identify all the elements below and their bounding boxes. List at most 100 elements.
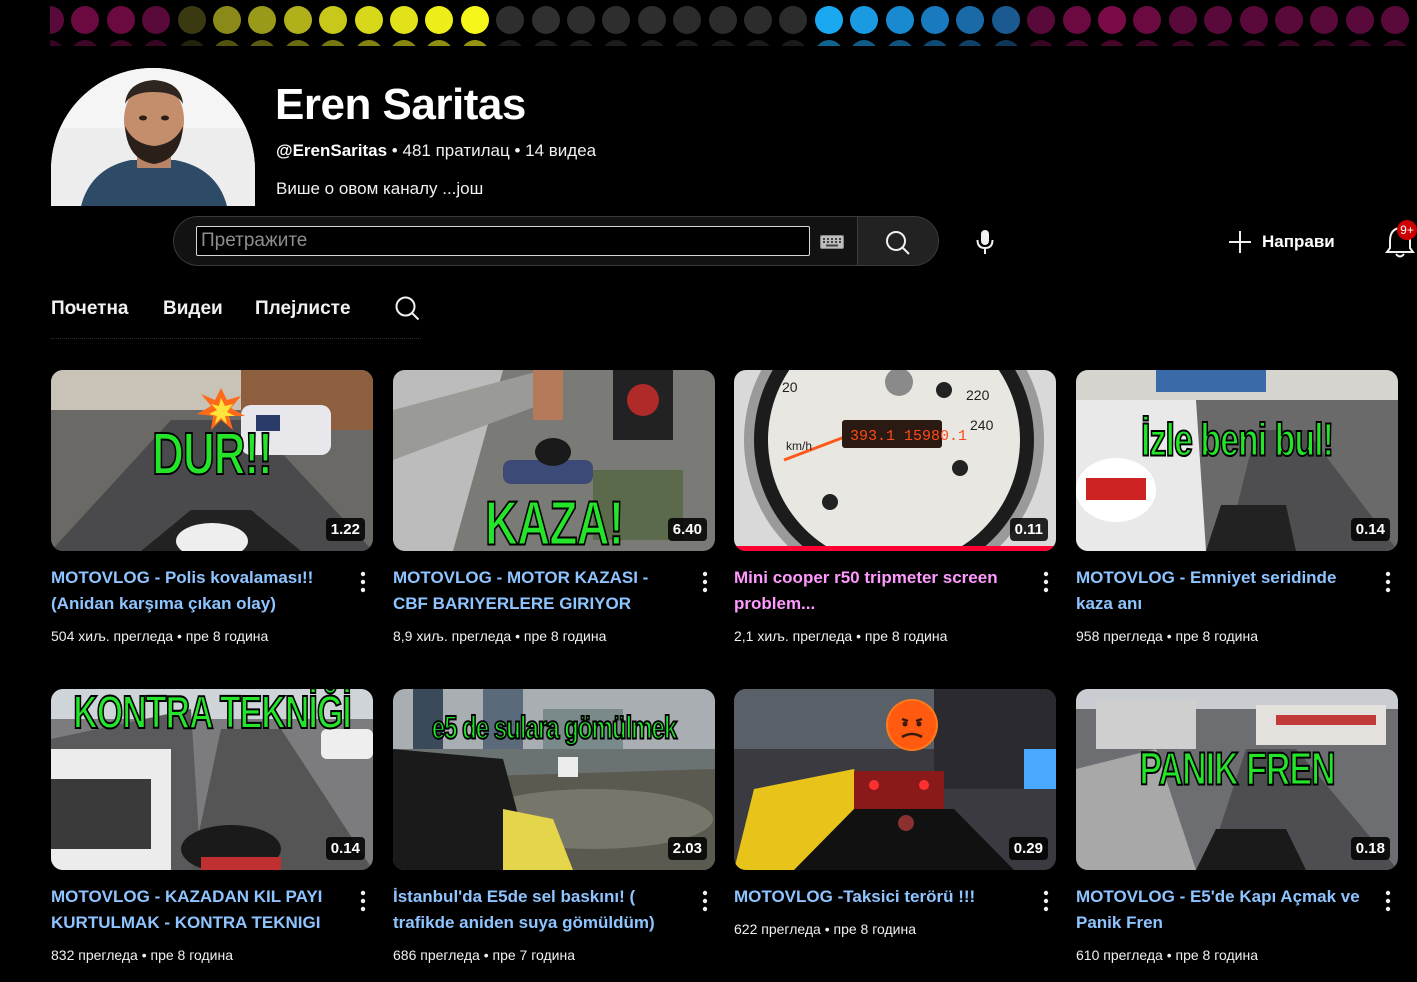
video-title[interactable]: MOTOVLOG -Taksici terörü !!!	[734, 884, 1024, 910]
more-actions-button[interactable]	[1378, 889, 1398, 915]
video-card[interactable]: 393.1 15980.1 km/h 20 220 240 0.11 Mini …	[734, 370, 1056, 644]
video-thumbnail[interactable]: 0.29	[734, 689, 1056, 870]
search-input[interactable]	[196, 226, 810, 256]
banner-dot	[637, 40, 666, 46]
video-thumbnail[interactable]: e5 de sulara gömülmek 2.03	[393, 689, 715, 870]
banner-dot	[1204, 6, 1233, 34]
tab-playlists[interactable]: Плејлисте	[255, 298, 351, 320]
keyboard-icon[interactable]	[820, 235, 844, 254]
video-thumbnail[interactable]: 393.1 15980.1 km/h 20 220 240 0.11	[734, 370, 1056, 551]
banner-dot	[142, 6, 171, 34]
more-actions-button[interactable]	[1378, 570, 1398, 596]
more-actions-button[interactable]	[1036, 570, 1056, 596]
banner-dot	[779, 40, 808, 46]
video-duration: 0.11	[1009, 518, 1048, 541]
banner-dot	[1310, 40, 1339, 46]
svg-text:km/h: km/h	[786, 439, 812, 453]
svg-text:240: 240	[970, 417, 994, 433]
tab-home[interactable]: Почетна	[51, 298, 128, 320]
more-actions-button[interactable]	[695, 570, 715, 596]
meta-separator: •	[820, 921, 834, 937]
channel-avatar[interactable]	[51, 68, 255, 206]
channel-about-link[interactable]: Више о овом каналу ...још	[276, 179, 483, 199]
banner-dot	[921, 40, 949, 46]
banner-dot	[1381, 40, 1410, 46]
video-thumbnail[interactable]: PANIK FREN 0.18	[1076, 689, 1398, 870]
banner-dot	[1310, 6, 1339, 34]
video-duration: 0.14	[1350, 518, 1390, 541]
video-title[interactable]: Mini cooper r50 tripmeter screen problem…	[734, 565, 1024, 617]
more-actions-button[interactable]	[353, 570, 373, 596]
upload-age: пре 8 година	[150, 947, 234, 963]
banner-dot	[531, 6, 560, 34]
create-label: Направи	[1262, 232, 1335, 251]
meta-separator: •	[852, 628, 865, 644]
video-meta: 832 прегледа • пре 8 година	[51, 947, 233, 963]
banner-dot	[213, 40, 241, 46]
video-card[interactable]: İzle beni bul! 0.14 MOTOVLOG - Emniyet s…	[1076, 370, 1398, 644]
thumbnail-image	[734, 689, 1056, 870]
banner-dot	[921, 6, 949, 34]
voice-search-button[interactable]	[966, 222, 1004, 260]
banner-dot	[531, 40, 560, 46]
upload-age: пре 8 година	[864, 628, 948, 644]
view-count: 610 прегледа	[1076, 947, 1163, 963]
banner-dot	[1381, 6, 1410, 34]
video-title[interactable]: MOTOVLOG - E5'de Kapı Açmak ve Panik Fre…	[1076, 884, 1366, 936]
video-card[interactable]: KAZA! 6.40 MOTOVLOG - MOTOR KAZASI - CBF…	[393, 370, 715, 644]
meta-separator: •	[387, 141, 403, 160]
video-thumbnail[interactable]: DUR!! 1.22	[51, 370, 373, 551]
channel-search-button[interactable]	[395, 296, 420, 327]
video-title[interactable]: MOTOVLOG - KAZADAN KIL PAYI KURTULMAK - …	[51, 884, 341, 936]
banner-dot	[50, 40, 64, 46]
video-meta: 8,9 хиљ. прегледа • пре 8 година	[393, 628, 606, 644]
video-title[interactable]: MOTOVLOG - Emniyet seridinde kaza anı	[1076, 565, 1366, 617]
video-meta: 504 хиљ. прегледа • пре 8 година	[51, 628, 268, 644]
video-title[interactable]: MOTOVLOG - Polis kovalaması!! (Anidan ka…	[51, 565, 341, 617]
banner-dot	[708, 6, 737, 34]
more-actions-button[interactable]	[695, 889, 715, 915]
meta-separator: •	[1162, 947, 1176, 963]
video-count: 14 видеа	[525, 141, 597, 160]
search-button[interactable]	[857, 216, 939, 266]
video-duration: 2.03	[667, 837, 707, 860]
video-title[interactable]: MOTOVLOG - MOTOR KAZASI - CBF BARIYERLER…	[393, 565, 683, 617]
banner-dot	[991, 6, 1020, 34]
banner-dot	[460, 6, 489, 34]
channel-name: Eren Saritas	[275, 80, 526, 129]
banner-dot	[956, 6, 985, 34]
video-meta: 622 прегледа • пре 8 година	[734, 921, 916, 937]
banner-dot	[1275, 40, 1303, 46]
banner-dot	[319, 40, 348, 46]
create-button[interactable]: Направи	[1228, 222, 1358, 262]
vertical-dots-icon	[702, 890, 708, 912]
thumbnail-caption: İzle beni bul!	[1140, 414, 1334, 467]
banner-dot	[177, 6, 206, 34]
banner-dot	[637, 6, 666, 34]
video-thumbnail[interactable]: İzle beni bul! 0.14	[1076, 370, 1398, 551]
banner-dot	[142, 40, 171, 46]
video-card[interactable]: KONTRA TEKNİĞİ 0.14 MOTOVLOG - KAZADAN K…	[51, 689, 373, 963]
video-thumbnail[interactable]: KAZA! 6.40	[393, 370, 715, 551]
banner-dot	[283, 6, 312, 34]
banner-dot	[1133, 6, 1162, 34]
upload-age: пре 8 година	[523, 628, 607, 644]
view-count: 686 прегледа	[393, 947, 480, 963]
video-thumbnail[interactable]: KONTRA TEKNİĞİ 0.14	[51, 689, 373, 870]
video-card[interactable]: DUR!! 1.22 MOTOVLOG - Polis kovalaması!!…	[51, 370, 373, 644]
video-card[interactable]: e5 de sulara gömülmek 2.03 İstanbul'da E…	[393, 689, 715, 963]
thumbnail-caption: KONTRA TEKNİĞİ	[72, 689, 352, 740]
video-title[interactable]: İstanbul'da E5de sel baskını! ( trafikde…	[393, 884, 683, 936]
upload-age: пре 8 година	[1175, 628, 1259, 644]
avatar-photo	[51, 68, 255, 206]
more-actions-button[interactable]	[353, 889, 373, 915]
tab-videos[interactable]: Видеи	[163, 298, 223, 320]
video-card[interactable]: PANIK FREN 0.18 MOTOVLOG - E5'de Kapı Aç…	[1076, 689, 1398, 963]
banner-dot	[567, 6, 595, 34]
vertical-dots-icon	[1385, 571, 1391, 593]
vertical-dots-icon	[360, 890, 366, 912]
video-card[interactable]: 0.29 MOTOVLOG -Taksici terörü !!! 622 пр…	[734, 689, 1056, 937]
banner-dot	[1239, 6, 1268, 34]
svg-text:393.1 15980.1: 393.1 15980.1	[850, 428, 967, 445]
more-actions-button[interactable]	[1036, 889, 1056, 915]
